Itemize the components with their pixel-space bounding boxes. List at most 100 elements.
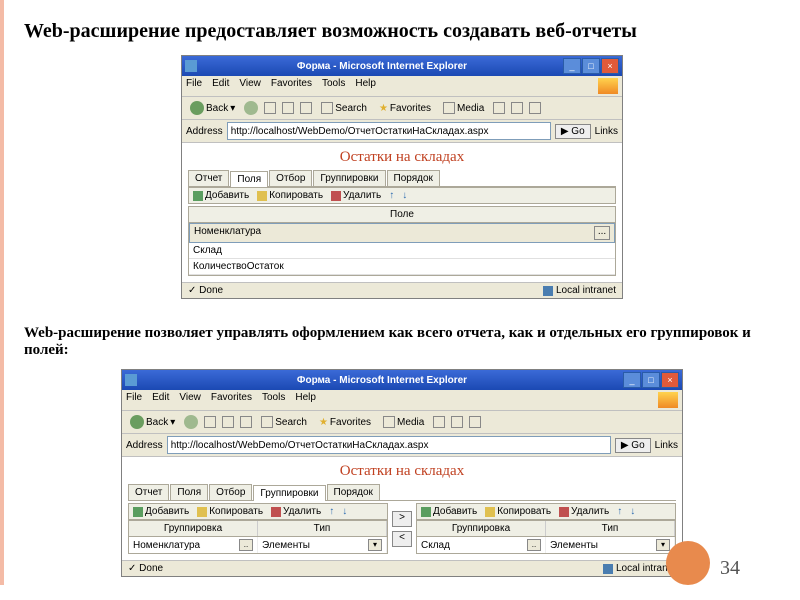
menu-tools[interactable]: Tools [322, 78, 345, 94]
dropdown-icon[interactable]: ▾ [368, 539, 382, 551]
menu-favorites[interactable]: Favorites [271, 78, 312, 94]
tab-fields[interactable]: Поля [230, 171, 268, 187]
media-button[interactable]: Media [380, 415, 427, 429]
copy-button[interactable]: Копировать [197, 506, 263, 517]
favorites-button[interactable]: ★Favorites [376, 102, 434, 115]
history-button[interactable] [433, 416, 445, 428]
mail-button[interactable] [451, 416, 463, 428]
address-bar: Address ▶ Go Links [122, 434, 682, 457]
move-up-button[interactable]: ↑ [329, 506, 334, 517]
move-right-button[interactable]: > [392, 511, 412, 527]
move-down-button[interactable]: ↓ [630, 506, 635, 517]
stop-button[interactable] [264, 102, 276, 114]
move-up-button[interactable]: ↑ [617, 506, 622, 517]
go-button[interactable]: ▶ Go [615, 438, 651, 453]
tab-grouping[interactable]: Группировки [253, 485, 325, 501]
search-button[interactable]: Search [318, 101, 370, 115]
url-input[interactable] [227, 122, 551, 140]
add-button[interactable]: Добавить [133, 506, 189, 517]
move-down-button[interactable]: ↓ [342, 506, 347, 517]
close-button[interactable]: × [601, 58, 619, 74]
report-tabs: Отчет Поля Отбор Группировки Порядок [188, 170, 616, 187]
media-button[interactable]: Media [440, 101, 487, 115]
menu-edit[interactable]: Edit [212, 78, 229, 94]
menu-help[interactable]: Help [295, 392, 316, 408]
zone-icon [603, 564, 613, 574]
field-row[interactable]: Склад [189, 243, 615, 259]
refresh-button[interactable] [282, 102, 294, 114]
dropdown-icon[interactable]: .. [239, 539, 253, 551]
add-button[interactable]: Добавить [193, 190, 249, 201]
forward-button[interactable] [244, 101, 258, 115]
menu-edit[interactable]: Edit [152, 392, 169, 408]
field-row[interactable]: Номенклатура... [189, 223, 615, 243]
ie-window-1: Форма - Microsoft Internet Explorer _ □ … [181, 55, 623, 299]
menu-view[interactable]: View [179, 392, 201, 408]
page-content: Остатки на складах Отчет Поля Отбор Груп… [122, 457, 682, 560]
home-button[interactable] [300, 102, 312, 114]
menu-favorites[interactable]: Favorites [211, 392, 252, 408]
tab-fields[interactable]: Поля [170, 484, 208, 500]
links-label[interactable]: Links [595, 126, 618, 137]
left-panel: Добавить Копировать Удалить ↑ ↓ Группиро… [128, 503, 388, 554]
delete-button[interactable]: Удалить [331, 190, 381, 201]
add-button[interactable]: Добавить [421, 506, 477, 517]
ie-icon [125, 374, 137, 386]
dropdown-icon[interactable]: .. [527, 539, 541, 551]
zone-label: Local intranet [556, 285, 616, 296]
stop-button[interactable] [204, 416, 216, 428]
back-button[interactable]: Back ▾ [187, 100, 238, 116]
menu-view[interactable]: View [239, 78, 261, 94]
tab-grouping[interactable]: Группировки [313, 170, 385, 186]
menu-file[interactable]: File [186, 78, 202, 94]
url-input[interactable] [167, 436, 611, 454]
menu-file[interactable]: File [126, 392, 142, 408]
favorites-button[interactable]: ★Favorites [316, 416, 374, 429]
minimize-button[interactable]: _ [623, 372, 641, 388]
window-title: Форма - Microsoft Internet Explorer [201, 61, 563, 72]
tab-report[interactable]: Отчет [188, 170, 229, 186]
report-title: Остатки на складах [188, 149, 616, 166]
tab-order[interactable]: Порядок [387, 170, 440, 186]
dropdown-icon[interactable]: ... [594, 226, 610, 240]
back-button[interactable]: Back ▾ [127, 414, 178, 430]
history-button[interactable] [493, 102, 505, 114]
home-button[interactable] [240, 416, 252, 428]
tab-filter[interactable]: Отбор [209, 484, 252, 500]
copy-button[interactable]: Копировать [257, 190, 323, 201]
refresh-button[interactable] [222, 416, 234, 428]
menubar: File Edit View Favorites Tools Help [182, 76, 622, 97]
menu-help[interactable]: Help [355, 78, 376, 94]
mail-button[interactable] [511, 102, 523, 114]
field-row[interactable]: КоличествоОстаток [189, 259, 615, 275]
menu-tools[interactable]: Tools [262, 392, 285, 408]
move-up-button[interactable]: ↑ [389, 190, 394, 201]
group-row[interactable]: Номенклатура.. Элементы▾ [128, 537, 388, 554]
close-button[interactable]: × [661, 372, 679, 388]
right-panel: Добавить Копировать Удалить ↑ ↓ Группиро… [416, 503, 676, 554]
maximize-button[interactable]: □ [582, 58, 600, 74]
move-left-button[interactable]: < [392, 531, 412, 547]
print-button[interactable] [469, 416, 481, 428]
tab-filter[interactable]: Отбор [269, 170, 312, 186]
dropdown-icon[interactable]: ▾ [656, 539, 670, 551]
maximize-button[interactable]: □ [642, 372, 660, 388]
links-label[interactable]: Links [655, 440, 678, 451]
right-toolbar: Добавить Копировать Удалить ↑ ↓ [416, 503, 676, 520]
search-button[interactable]: Search [258, 415, 310, 429]
tab-order[interactable]: Порядок [327, 484, 380, 500]
minimize-button[interactable]: _ [563, 58, 581, 74]
delete-button[interactable]: Удалить [559, 506, 609, 517]
delete-button[interactable]: Удалить [271, 506, 321, 517]
titlebar: Форма - Microsoft Internet Explorer _ □ … [182, 56, 622, 76]
address-bar: Address ▶ Go Links [182, 120, 622, 143]
go-button[interactable]: ▶ Go [555, 124, 591, 139]
report-tabs: Отчет Поля Отбор Группировки Порядок [128, 484, 676, 501]
copy-button[interactable]: Копировать [485, 506, 551, 517]
forward-button[interactable] [184, 415, 198, 429]
tab-report[interactable]: Отчет [128, 484, 169, 500]
group-row[interactable]: Склад.. Элементы▾ [416, 537, 676, 554]
move-down-button[interactable]: ↓ [402, 190, 407, 201]
decoration-circle [666, 541, 710, 585]
print-button[interactable] [529, 102, 541, 114]
